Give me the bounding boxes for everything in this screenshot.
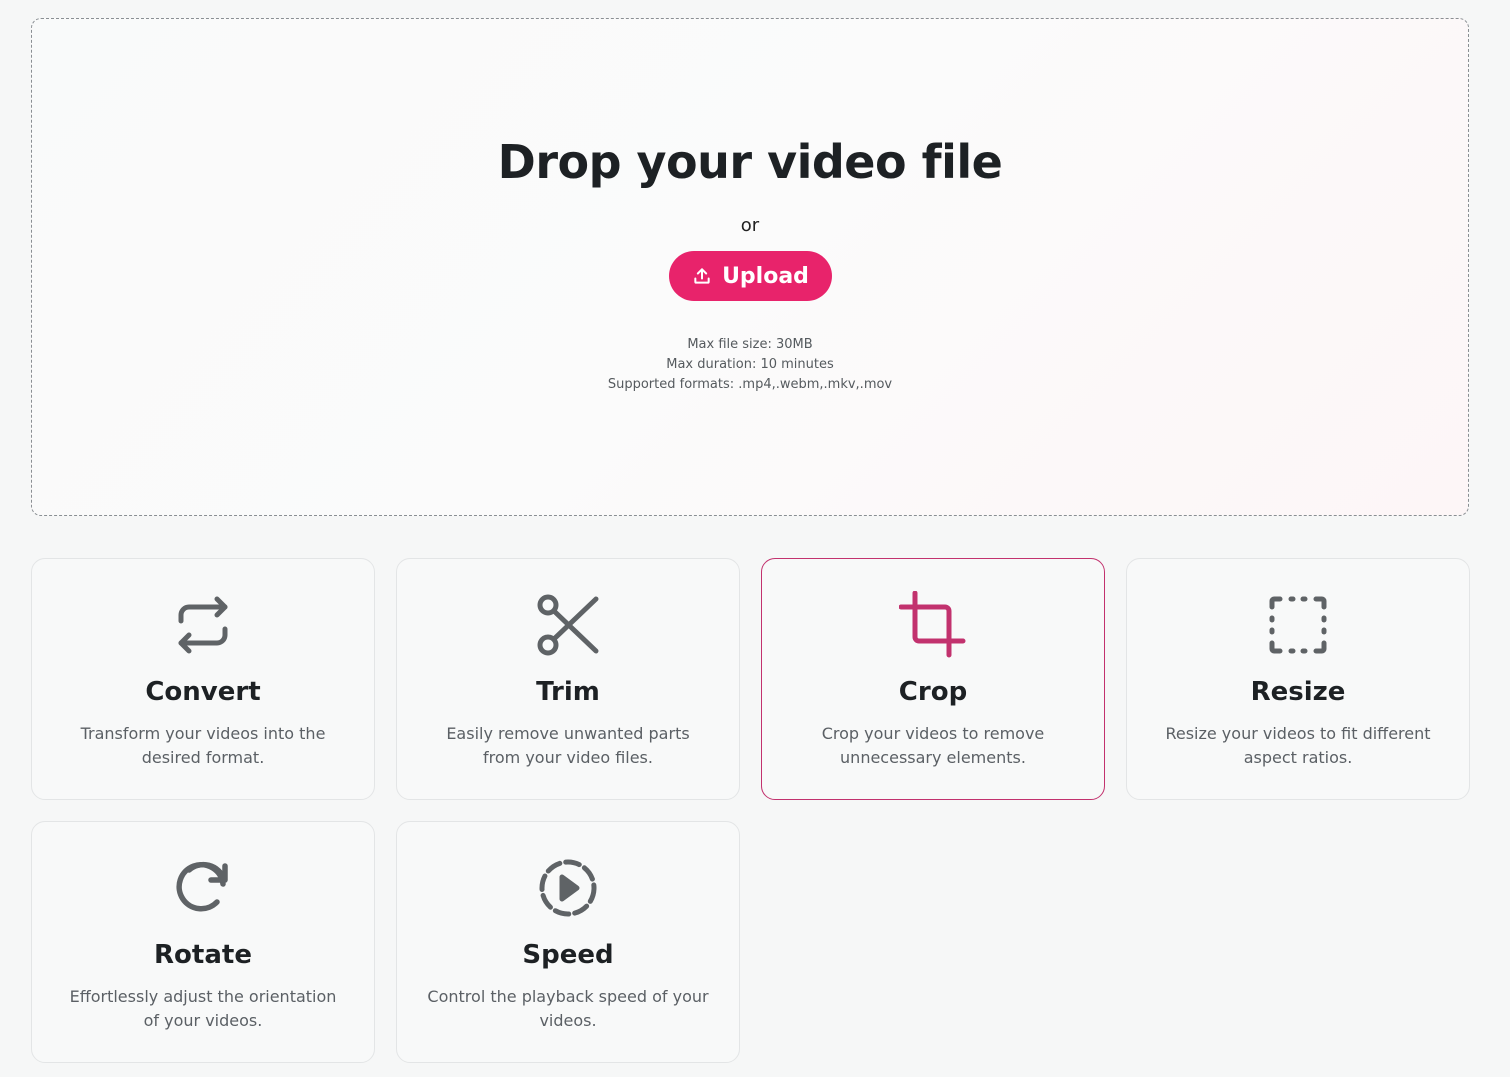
dropzone-title: Drop your video file bbox=[497, 135, 1003, 189]
tool-card-title: Convert bbox=[145, 677, 261, 707]
scissors-icon bbox=[534, 591, 602, 659]
tool-card-convert[interactable]: Convert Transform your videos into the d… bbox=[31, 558, 375, 800]
upload-button[interactable]: Upload bbox=[669, 251, 832, 301]
tool-card-title: Resize bbox=[1250, 677, 1346, 707]
max-duration: Max duration: 10 minutes bbox=[666, 357, 834, 372]
upload-button-label: Upload bbox=[722, 263, 809, 289]
tool-card-description: Control the playback speed of your video… bbox=[427, 987, 709, 1030]
repeat-arrows-icon bbox=[169, 591, 237, 659]
tool-card-resize[interactable]: Resize Resize your videos to fit differe… bbox=[1126, 558, 1470, 800]
rotate-cw-icon bbox=[169, 854, 237, 922]
tool-card-title: Speed bbox=[522, 940, 614, 970]
max-file-size: Max file size: 30MB bbox=[687, 337, 813, 352]
tool-card-rotate[interactable]: Rotate Effortlessly adjust the orientati… bbox=[31, 821, 375, 1063]
dashed-square-icon bbox=[1264, 591, 1332, 659]
upload-icon bbox=[692, 266, 712, 286]
tool-card-description: Effortlessly adjust the orientation of y… bbox=[69, 987, 337, 1030]
supported-formats: Supported formats: .mp4,.webm,.mkv,.mov bbox=[607, 377, 893, 392]
dropzone-or-text: or bbox=[740, 215, 760, 236]
tool-card-description: Crop your videos to remove unnecessary e… bbox=[821, 724, 1045, 767]
tool-card-speed[interactable]: Speed Control the playback speed of your… bbox=[396, 821, 740, 1063]
crop-icon bbox=[899, 591, 967, 659]
tool-card-description: Easily remove unwanted parts from your v… bbox=[446, 724, 690, 767]
dashed-play-circle-icon bbox=[534, 854, 602, 922]
tool-card-description: Transform your videos into the desired f… bbox=[80, 724, 326, 767]
tool-card-crop[interactable]: Crop Crop your videos to remove unnecess… bbox=[761, 558, 1105, 800]
upload-limits: Max file size: 30MB Max duration: 10 min… bbox=[32, 335, 1468, 395]
tool-card-trim[interactable]: Trim Easily remove unwanted parts from y… bbox=[396, 558, 740, 800]
tool-card-description: Resize your videos to fit different aspe… bbox=[1165, 724, 1431, 767]
video-dropzone[interactable]: Drop your video file or Upload Max file … bbox=[31, 18, 1469, 516]
tool-card-title: Rotate bbox=[154, 940, 252, 970]
tool-card-title: Crop bbox=[898, 677, 968, 707]
tool-card-title: Trim bbox=[536, 677, 600, 707]
